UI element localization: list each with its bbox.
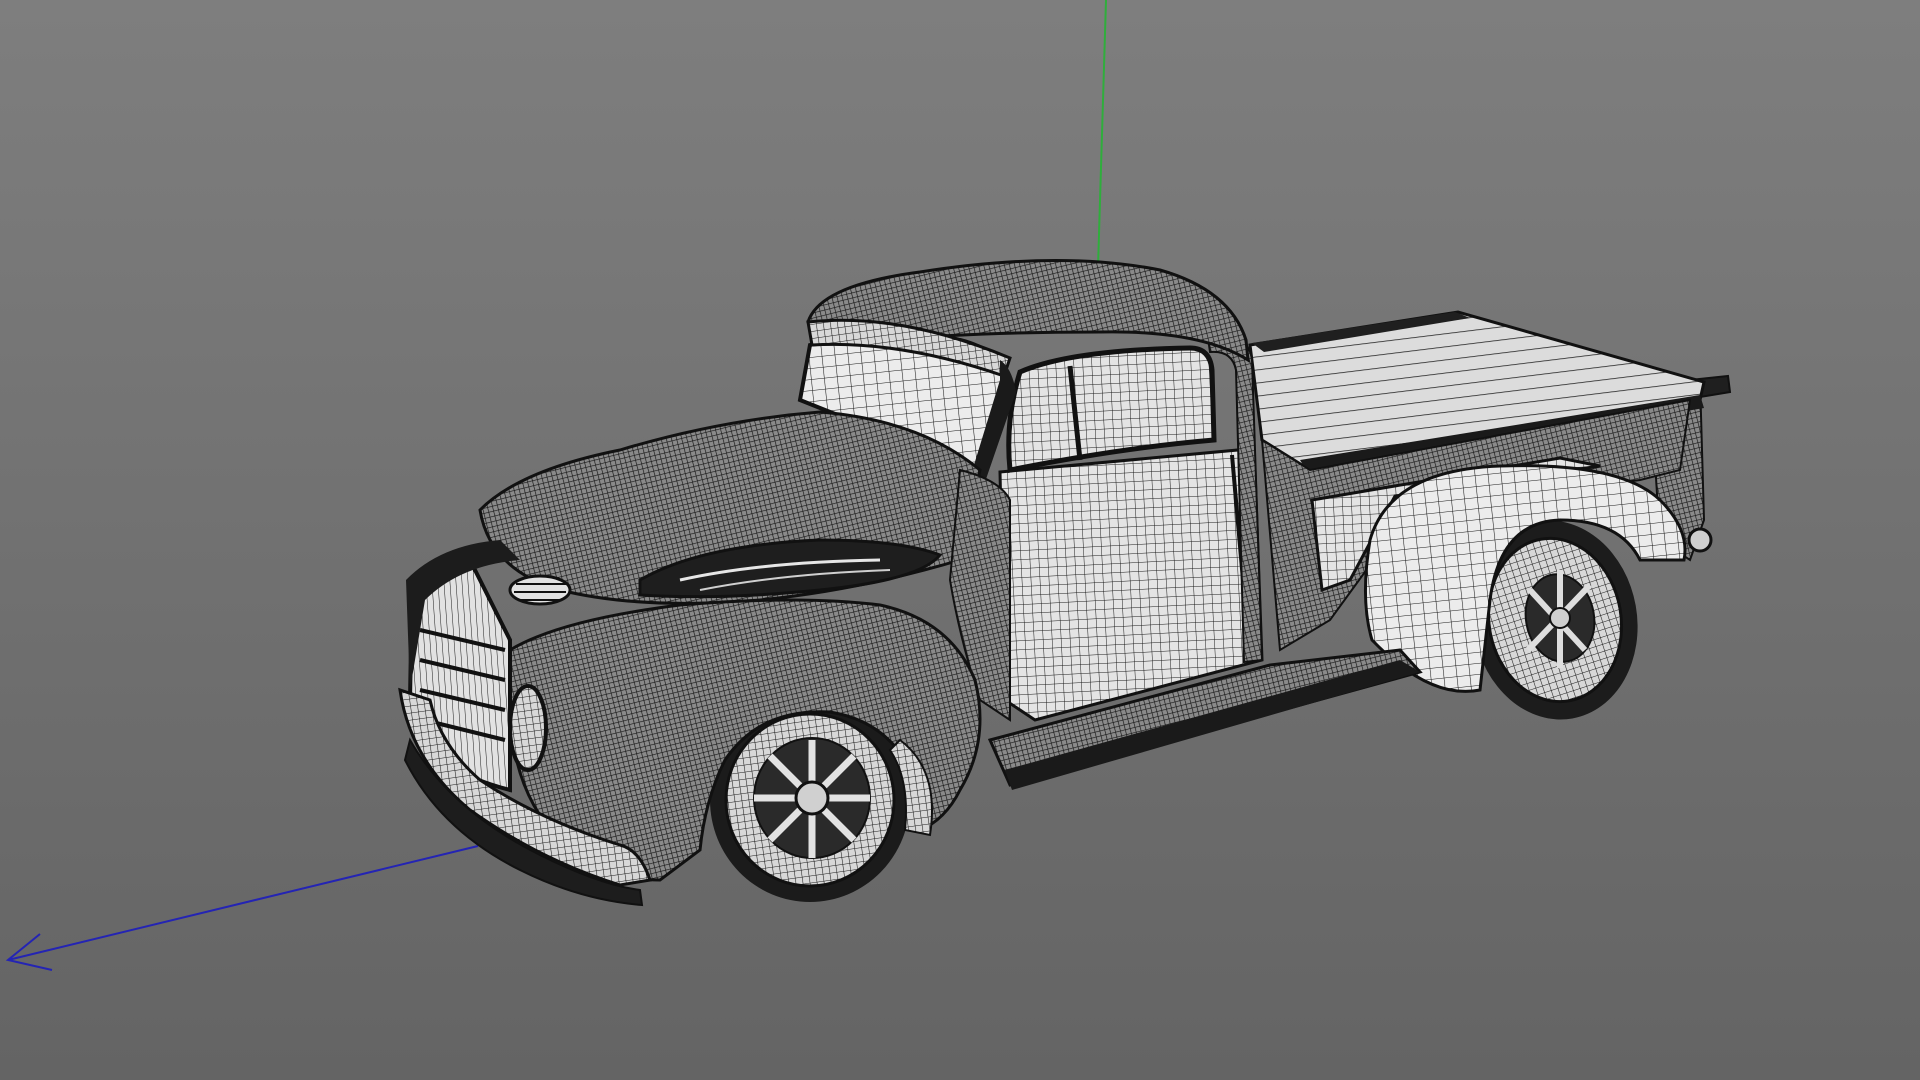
viewport-scene[interactable] — [0, 0, 1920, 1080]
rear-hitch — [1687, 527, 1713, 553]
headlight — [508, 684, 548, 772]
3d-viewport[interactable] — [0, 0, 1920, 1080]
hood-emblem — [508, 574, 572, 606]
